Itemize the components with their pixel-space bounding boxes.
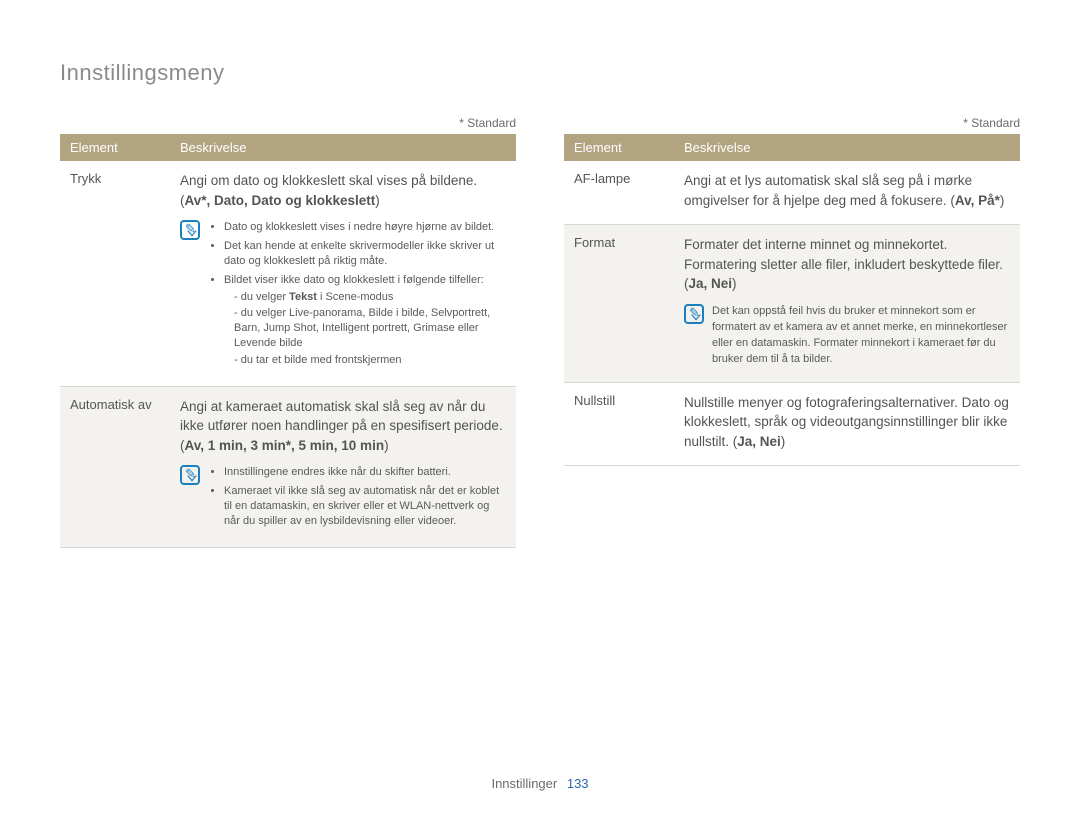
left-column: * Standard Element Beskrivelse Trykk Ang… xyxy=(60,116,516,548)
note-bullet: Kameraet vil ikke slå seg av automatisk … xyxy=(224,484,508,529)
note-bullet: Dato og klokkeslett vises i nedre høyre … xyxy=(224,220,508,235)
footer-page-number: 133 xyxy=(567,776,589,791)
table-row: Format Formater det interne minnet og mi… xyxy=(564,225,1020,382)
note-block: Dato og klokkeslett vises i nedre høyre … xyxy=(180,220,508,372)
table-row: Automatisk av Angi at kameraet automatis… xyxy=(60,386,516,547)
note-icon xyxy=(180,465,200,485)
settings-table-right: Element Beskrivelse AF-lampe Angi at et … xyxy=(564,134,1020,466)
desc-intro: Angi at et lys automatisk skal slå seg p… xyxy=(684,173,972,208)
settings-table-left: Element Beskrivelse Trykk Angi om dato o… xyxy=(60,134,516,548)
col-header-description: Beskrivelse xyxy=(170,134,516,161)
note-block: Innstillingene endres ikke når du skifte… xyxy=(180,465,508,532)
cell-description: Angi at kameraet automatisk skal slå seg… xyxy=(170,386,516,547)
desc-close: ) xyxy=(732,276,737,291)
desc-options: Ja, Nei xyxy=(689,276,733,291)
col-header-element: Element xyxy=(60,134,170,161)
content-columns: * Standard Element Beskrivelse Trykk Ang… xyxy=(60,116,1020,548)
note-dash: du velger Tekst i Scene-modus xyxy=(234,290,508,305)
note-dash: du velger Live-panorama, Bilde i bilde, … xyxy=(234,306,508,351)
note-bullet: Innstillingene endres ikke når du skifte… xyxy=(224,465,508,480)
cell-element: Trykk xyxy=(60,161,170,386)
cell-description: Nullstille menyer og fotograferingsalter… xyxy=(674,382,1020,466)
desc-close: ) xyxy=(375,193,380,208)
desc-intro: Nullstille menyer og fotograferingsalter… xyxy=(684,395,1009,449)
cell-description: Formater det interne minnet og minnekort… xyxy=(674,225,1020,382)
desc-close: ) xyxy=(781,434,786,449)
page-footer: Innstillinger 133 xyxy=(0,776,1080,791)
col-header-description: Beskrivelse xyxy=(674,134,1020,161)
cell-description: Angi at et lys automatisk skal slå seg p… xyxy=(674,161,1020,225)
standard-note-left: * Standard xyxy=(60,116,516,130)
col-header-element: Element xyxy=(564,134,674,161)
cell-element: AF-lampe xyxy=(564,161,674,225)
table-row: AF-lampe Angi at et lys automatisk skal … xyxy=(564,161,1020,225)
desc-close: ) xyxy=(1000,193,1005,208)
cell-element: Automatisk av xyxy=(60,386,170,547)
note-text: Det kan oppstå feil hvis du bruker et mi… xyxy=(712,304,1012,368)
note-bullet: Det kan hende at enkelte skrivermodeller… xyxy=(224,239,508,269)
note-bullet: Bildet viser ikke dato og klokkeslett i … xyxy=(224,273,508,368)
note-icon xyxy=(180,220,200,240)
table-row: Trykk Angi om dato og klokkeslett skal v… xyxy=(60,161,516,386)
note-icon xyxy=(684,304,704,324)
footer-label: Innstillinger xyxy=(491,776,557,791)
note-block: Det kan oppstå feil hvis du bruker et mi… xyxy=(684,304,1012,368)
right-column: * Standard Element Beskrivelse AF-lampe … xyxy=(564,116,1020,548)
desc-options: Ja, Nei xyxy=(737,434,781,449)
page-title: Innstillingsmeny xyxy=(60,60,1020,86)
table-row: Nullstill Nullstille menyer og fotografe… xyxy=(564,382,1020,466)
desc-options: Av, På* xyxy=(955,193,1000,208)
desc-options: Av*, Dato, Dato og klokkeslett xyxy=(185,193,376,208)
desc-options: Av, 1 min, 3 min*, 5 min, 10 min xyxy=(185,438,385,453)
cell-description: Angi om dato og klokkeslett skal vises p… xyxy=(170,161,516,386)
desc-close: ) xyxy=(384,438,389,453)
standard-note-right: * Standard xyxy=(564,116,1020,130)
cell-element: Nullstill xyxy=(564,382,674,466)
cell-element: Format xyxy=(564,225,674,382)
note-dash: du tar et bilde med frontskjermen xyxy=(234,353,508,368)
